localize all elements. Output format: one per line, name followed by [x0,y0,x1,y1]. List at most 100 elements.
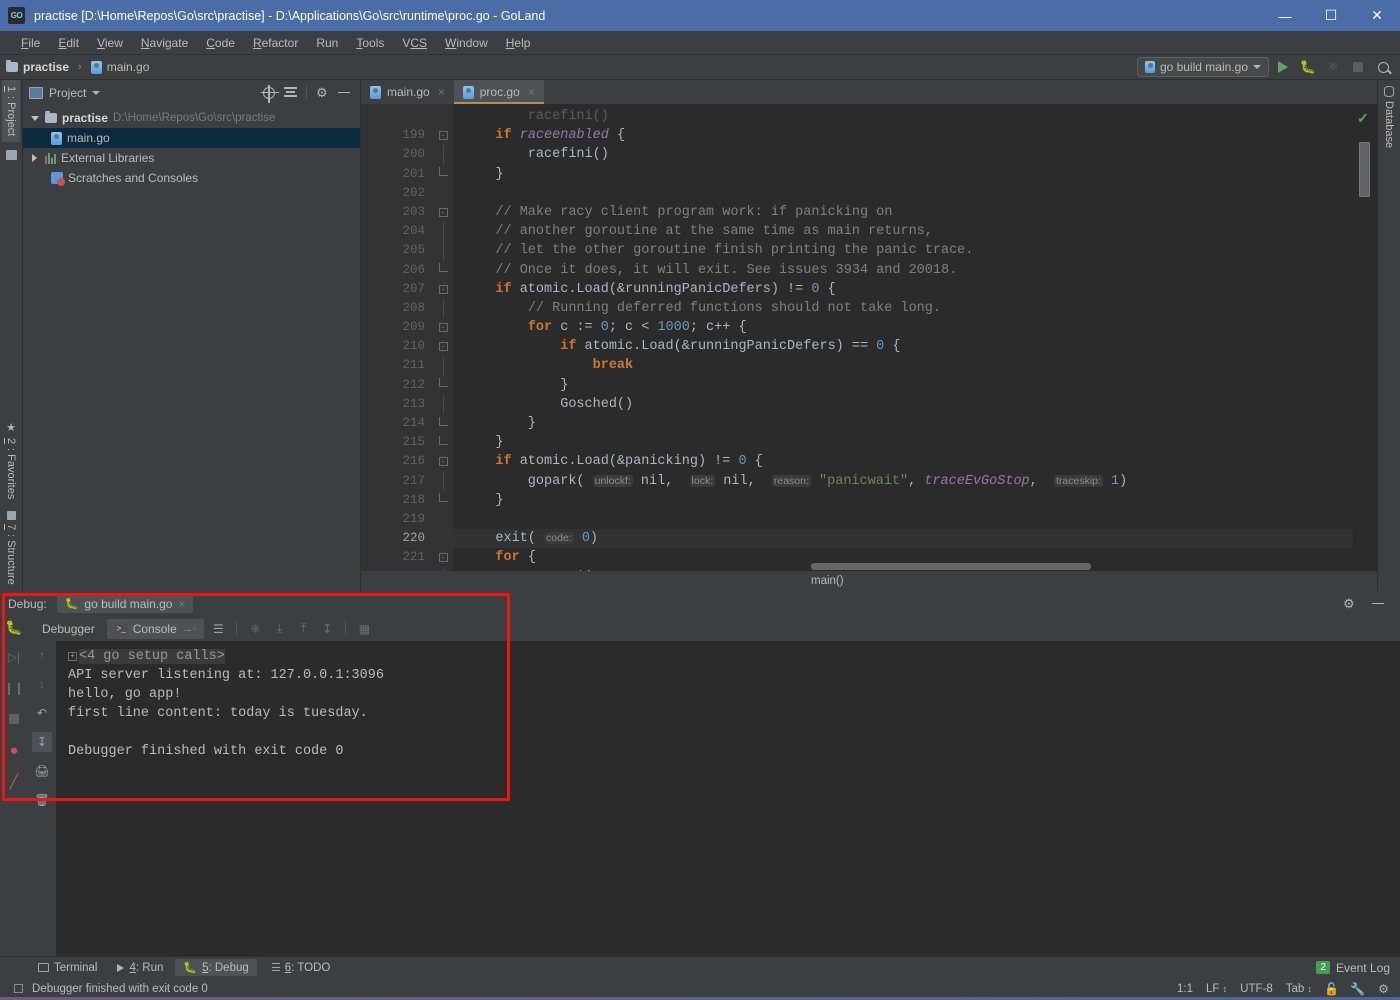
menu-edit[interactable]: Edit [49,31,88,55]
sidebar-item-structure[interactable]: 7: Structure [2,505,20,591]
fold-toggle-icon[interactable]: - [433,280,453,299]
menu-help[interactable]: Help [497,31,540,55]
locate-icon[interactable] [263,87,275,99]
code-line[interactable]: } [453,491,1353,510]
bottom-tab-debug[interactable]: 🐛 5: Debug [175,959,256,976]
code-line[interactable]: // Make racy client program work: if pan… [453,203,1353,222]
code-line[interactable]: // Running deferred functions should not… [453,299,1353,318]
search-button[interactable] [1372,57,1394,78]
trash-icon[interactable]: 🗑 [32,790,52,810]
fold-toggle-icon[interactable]: - [433,203,453,222]
close-icon[interactable]: × [438,85,445,99]
rerun-icon[interactable]: 🐛 [5,619,22,636]
menu-navigate[interactable]: Navigate [132,31,197,55]
caret-position[interactable]: 1:1 [1177,983,1193,995]
fold-toggle-icon[interactable]: - [433,318,453,337]
menu-file[interactable]: File [12,31,49,55]
bottom-tab-todo[interactable]: 6: TODO [261,960,339,976]
sidebar-item-project[interactable]: 1: Project [2,80,20,142]
console-settings-icon[interactable]: ▦ [354,619,374,639]
code-line[interactable]: // let the other goroutine finish printi… [453,241,1353,260]
breadcrumb-file[interactable]: main.go [107,60,150,74]
tab-debugger[interactable]: Debugger [34,619,103,639]
line-separator[interactable]: LF ↕ [1206,983,1227,995]
code-content[interactable]: racefini() if raceenabled { racefini() }… [453,104,1353,571]
hide-icon[interactable] [338,92,350,94]
event-log-label[interactable]: Event Log [1336,961,1390,975]
code-line[interactable]: for c := 0; c < 1000; c++ { [453,318,1353,337]
close-button[interactable]: ✕ [1354,0,1400,31]
coverage-button[interactable]: ⚛ [1322,57,1344,78]
fold-toggle-icon[interactable]: - [433,548,453,567]
editor-body[interactable]: 1992002012022032042052062072082092102112… [361,104,1377,571]
code-line[interactable]: if atomic.Load(&runningPanicDefers) != 0… [453,280,1353,299]
minimize-button[interactable]: — [1262,0,1308,31]
lock-icon[interactable]: 🔓 [1325,983,1338,996]
indent-setting[interactable]: Tab ↕ [1286,983,1312,995]
editor-tab-proc-go[interactable]: proc.go × [454,80,544,104]
breakpoints-icon[interactable]: ● [4,740,24,760]
soft-wrap-icon[interactable]: ☰ [208,619,228,639]
vertical-scrollbar[interactable] [1359,142,1370,197]
settings-icon[interactable]: ⚙ [1343,597,1356,610]
soft-wrap-icon[interactable]: ↶ [32,703,52,723]
collapse-all-icon[interactable] [284,87,297,98]
close-icon[interactable]: × [528,85,535,99]
fold-end-icon[interactable] [433,165,453,184]
code-line[interactable]: } [453,376,1353,395]
mute-breakpoints-icon[interactable]: ╱ [4,771,24,791]
console-folded-line[interactable]: +<4 go setup calls> [68,647,1400,666]
code-line[interactable]: if raceenabled { [453,126,1353,145]
resume-icon[interactable]: ▷| [4,647,24,667]
menu-run[interactable]: Run [307,31,347,55]
memory-icon[interactable]: ⚙ [1377,983,1390,996]
twisty-right-icon[interactable] [29,154,40,162]
wrench-icon[interactable]: 🔧 [1351,983,1364,996]
chevron-down-icon[interactable] [92,91,100,95]
file-encoding[interactable]: UTF-8 [1240,983,1273,995]
debug-session-tab[interactable]: 🐛 go build main.go × [57,595,194,613]
menu-window[interactable]: Window [436,31,497,55]
menu-vcs[interactable]: VCS [393,31,436,55]
twisty-down-icon[interactable] [29,116,40,121]
code-line[interactable]: gopark( unlockf: nil, lock: nil, reason:… [453,472,1353,491]
bottom-tab-terminal[interactable]: Terminal [30,960,105,976]
menu-tools[interactable]: Tools [347,31,393,55]
settings-icon[interactable]: ⚙ [316,86,329,99]
tree-row-practise[interactable]: practise D:\Home\Repos\Go\src\practise [23,108,360,128]
tree-row-external-libraries[interactable]: External Libraries [23,148,360,168]
fold-end-icon[interactable] [433,376,453,395]
code-line[interactable]: } [453,433,1353,452]
close-icon[interactable]: × [178,597,185,611]
code-line[interactable]: racefini() [453,107,1353,126]
sidebar-item-database[interactable]: Database [1380,80,1398,154]
code-line[interactable] [453,184,1353,203]
line-number-gutter[interactable]: 1992002012022032042052062072082092102112… [361,104,433,571]
editor-markers[interactable]: ✓ [1353,104,1377,571]
detach-icon[interactable]: →· [182,623,197,635]
fold-toggle-icon[interactable]: - [433,452,453,471]
code-line[interactable]: if atomic.Load(&runningPanicDefers) == 0… [453,337,1353,356]
menu-view[interactable]: View [88,31,132,55]
sidebar-item-favorites[interactable]: ★2: Favorites [2,415,21,505]
scroll-to-end-icon[interactable]: ↧ [32,732,52,752]
fold-gutter[interactable]: ------- [433,104,453,571]
code-line[interactable]: break [453,356,1353,375]
export-icon[interactable]: ⤒ [293,619,313,639]
scroll-up-icon[interactable]: ⎈ [245,619,265,639]
code-line[interactable]: Gosched() [453,395,1353,414]
code-line[interactable]: racefini() [453,145,1353,164]
run-configuration-selector[interactable]: go build main.go [1137,57,1269,77]
code-line[interactable]: // Once it does, it will exit. See issue… [453,261,1353,280]
fold-toggle-icon[interactable]: - [433,337,453,356]
editor-breadcrumb[interactable]: main() [361,571,1377,591]
print-icon[interactable]: 🖨 [32,761,52,781]
code-line[interactable]: } [453,165,1353,184]
hide-icon[interactable] [1372,603,1384,605]
console-output[interactable]: +<4 go setup calls> API server listening… [56,641,1400,956]
fold-end-icon[interactable] [433,433,453,452]
fold-end-icon[interactable] [433,491,453,510]
bottom-tab-run[interactable]: 4: Run [109,960,171,976]
tab-console[interactable]: >_ Console →· [107,619,205,639]
maximize-button[interactable]: ☐ [1308,0,1354,31]
